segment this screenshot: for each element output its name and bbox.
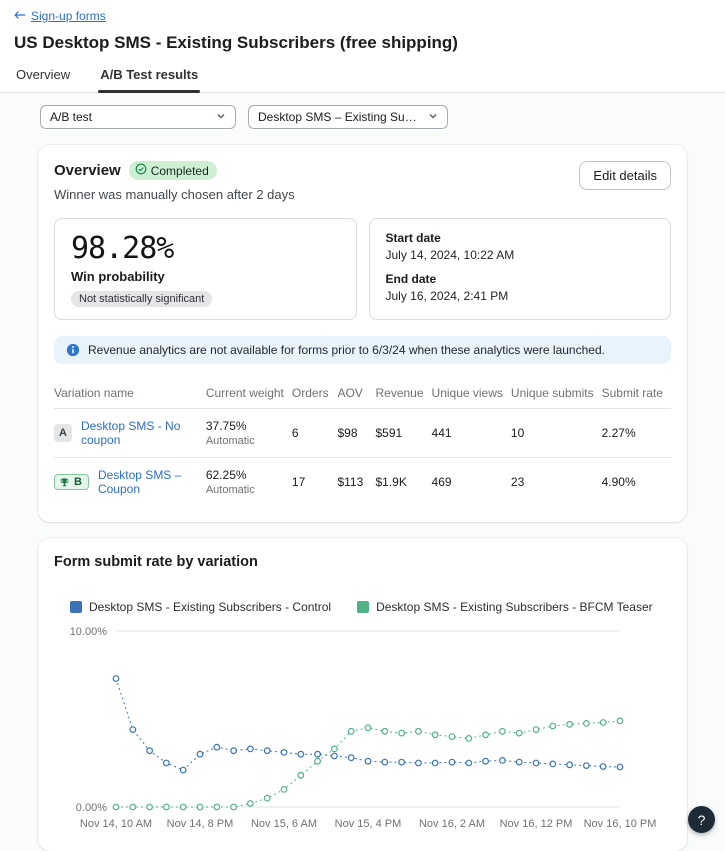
orders-value: 17 bbox=[292, 458, 338, 507]
info-banner: Revenue analytics are not available for … bbox=[54, 336, 671, 364]
status-badge: Completed bbox=[129, 161, 217, 180]
col-unique-submits: Unique submits bbox=[511, 378, 602, 409]
back-arrow-icon bbox=[14, 9, 26, 23]
help-button[interactable]: ? bbox=[688, 806, 715, 833]
variation-a-link[interactable]: Desktop SMS - No coupon bbox=[81, 419, 198, 447]
legend-label-bfcm-teaser: Desktop SMS - Existing Subscribers - BFC… bbox=[376, 600, 653, 614]
chart-legend: Desktop SMS - Existing Subscribers - Con… bbox=[70, 600, 671, 614]
legend-swatch-bfcm-teaser bbox=[357, 601, 369, 613]
info-banner-text: Revenue analytics are not available for … bbox=[88, 343, 605, 357]
col-submit-rate: Submit rate bbox=[602, 378, 671, 409]
col-orders: Orders bbox=[292, 378, 338, 409]
tab-bar: Overview A/B Test results bbox=[14, 67, 711, 92]
col-aov: AOV bbox=[337, 378, 375, 409]
top-bar: Sign-up forms US Desktop SMS - Existing … bbox=[0, 0, 725, 93]
table-row: A Desktop SMS - No coupon 37.75% Automat… bbox=[54, 409, 671, 458]
table-header-row: Variation name Current weight Orders AOV… bbox=[54, 378, 671, 409]
orders-value: 6 bbox=[292, 409, 338, 458]
weight-mode: Automatic bbox=[206, 435, 284, 447]
aov-value: $98 bbox=[337, 409, 375, 458]
variation-a-badge: A bbox=[54, 424, 72, 442]
revenue-value: $591 bbox=[375, 409, 431, 458]
chart-area: 10.00% 0.00% Nov 14, 10 AM Nov 14, 8 PM Nov … bbox=[54, 624, 671, 835]
winner-subtitle: Winner was manually chosen after 2 days bbox=[54, 187, 295, 202]
svg-text:Nov 16, 12 PM: Nov 16, 12 PM bbox=[500, 818, 573, 830]
svg-text:Nov 16, 2 AM: Nov 16, 2 AM bbox=[419, 818, 485, 830]
chevron-down-icon bbox=[428, 110, 438, 124]
end-date-label: End date bbox=[386, 272, 655, 286]
weight-mode: Automatic bbox=[206, 484, 284, 496]
chart-title: Form submit rate by variation bbox=[54, 554, 671, 570]
chevron-down-icon bbox=[216, 110, 226, 124]
variation-b-badge: B bbox=[74, 476, 82, 488]
unique-views-value: 441 bbox=[432, 409, 511, 458]
form-select[interactable]: Desktop SMS – Existing Subscribers T... bbox=[248, 105, 448, 129]
form-select-value: Desktop SMS – Existing Subscribers T... bbox=[258, 110, 420, 124]
edit-details-button[interactable]: Edit details bbox=[579, 161, 671, 190]
svg-text:Nov 14, 10 AM: Nov 14, 10 AM bbox=[80, 818, 152, 830]
significance-badge: Not statistically significant bbox=[71, 291, 212, 307]
table-row: B Desktop SMS – Coupon 62.25% Automatic … bbox=[54, 458, 671, 507]
variations-table: Variation name Current weight Orders AOV… bbox=[54, 378, 671, 506]
submit-rate-line-chart: 10.00% 0.00% Nov 14, 10 AM Nov 14, 8 PM Nov … bbox=[54, 624, 674, 832]
svg-text:Nov 14, 8 PM: Nov 14, 8 PM bbox=[167, 818, 234, 830]
svg-text:Nov 16, 10 PM: Nov 16, 10 PM bbox=[584, 818, 657, 830]
unique-submits-value: 10 bbox=[511, 409, 602, 458]
tab-ab-test-results[interactable]: A/B Test results bbox=[98, 67, 200, 92]
check-circle-icon bbox=[135, 163, 147, 178]
legend-swatch-control bbox=[70, 601, 82, 613]
test-type-select-value: A/B test bbox=[50, 110, 92, 124]
overview-card: Overview Completed Winner was manually c… bbox=[38, 145, 687, 522]
start-date-value: July 14, 2024, 10:22 AM bbox=[386, 248, 655, 262]
page-title: US Desktop SMS - Existing Subscribers (f… bbox=[14, 33, 711, 53]
start-date-label: Start date bbox=[386, 231, 655, 245]
weight-value: 37.75% bbox=[206, 419, 284, 433]
chart-card: Form submit rate by variation Desktop SM… bbox=[38, 538, 687, 851]
col-variation-name: Variation name bbox=[54, 378, 206, 409]
legend-label-control: Desktop SMS - Existing Subscribers - Con… bbox=[89, 600, 331, 614]
variation-b-link[interactable]: Desktop SMS – Coupon bbox=[98, 468, 198, 496]
submit-rate-value: 2.27% bbox=[602, 409, 671, 458]
svg-text:Nov 15, 4 PM: Nov 15, 4 PM bbox=[335, 818, 402, 830]
col-revenue: Revenue bbox=[375, 378, 431, 409]
submit-rate-value: 4.90% bbox=[602, 458, 671, 507]
aov-value: $113 bbox=[337, 458, 375, 507]
tab-overview[interactable]: Overview bbox=[14, 67, 72, 92]
overview-card-title: Overview bbox=[54, 162, 121, 179]
back-link-label: Sign-up forms bbox=[31, 9, 106, 23]
test-type-select[interactable]: A/B test bbox=[40, 105, 236, 129]
revenue-value: $1.9K bbox=[375, 458, 431, 507]
dates-box: Start date July 14, 2024, 10:22 AM End d… bbox=[369, 218, 672, 320]
weight-value: 62.25% bbox=[206, 468, 284, 482]
unique-submits-value: 23 bbox=[511, 458, 602, 507]
svg-text:0.00%: 0.00% bbox=[76, 802, 107, 814]
back-link[interactable]: Sign-up forms bbox=[14, 9, 106, 23]
info-icon bbox=[66, 343, 80, 357]
col-unique-views: Unique views bbox=[432, 378, 511, 409]
legend-item-bfcm-teaser[interactable]: Desktop SMS - Existing Subscribers - BFC… bbox=[357, 600, 653, 614]
trophy-icon bbox=[59, 477, 70, 488]
end-date-value: July 16, 2024, 2:41 PM bbox=[386, 289, 655, 303]
unique-views-value: 469 bbox=[432, 458, 511, 507]
win-probability-label: Win probability bbox=[71, 269, 340, 284]
filter-row: A/B test Desktop SMS – Existing Subscrib… bbox=[40, 105, 687, 129]
col-current-weight: Current weight bbox=[206, 378, 292, 409]
svg-text:Nov 15, 6 AM: Nov 15, 6 AM bbox=[251, 818, 317, 830]
page-body: A/B test Desktop SMS – Existing Subscrib… bbox=[0, 93, 725, 851]
status-badge-label: Completed bbox=[151, 164, 209, 178]
variation-b-winner-badge: B bbox=[54, 474, 89, 490]
svg-text:10.00%: 10.00% bbox=[70, 626, 108, 638]
win-probability-value: 98.28% bbox=[71, 231, 340, 266]
win-probability-box: 98.28% Win probability Not statistically… bbox=[54, 218, 357, 320]
legend-item-control[interactable]: Desktop SMS - Existing Subscribers - Con… bbox=[70, 600, 331, 614]
